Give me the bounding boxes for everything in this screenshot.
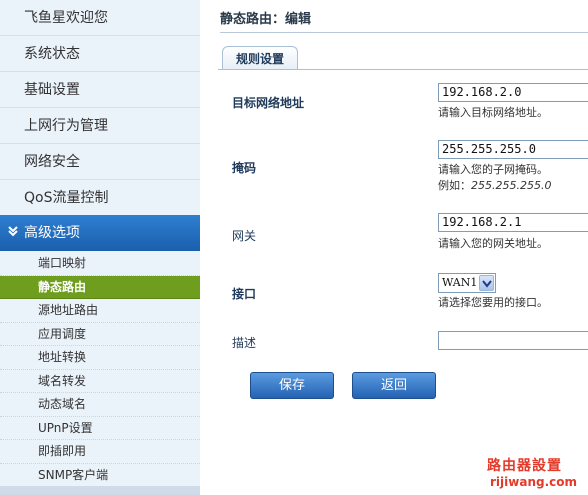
sidebar-subitem-nat[interactable]: 地址转换 xyxy=(0,346,200,370)
mask-example: 例如：255.255.255.0 xyxy=(438,177,551,193)
sidebar-item-system-status[interactable]: 系统状态 xyxy=(0,36,200,72)
dest-network-input[interactable]: 192.168.2.0 xyxy=(438,83,588,102)
sidebar-subitem-port-mapping[interactable]: 端口映射 xyxy=(0,252,200,276)
sidebar-item-basic-settings[interactable]: 基础设置 xyxy=(0,72,200,108)
mask-hint: 请输入您的子网掩码。 xyxy=(438,163,548,176)
watermark-title: 路由器設置 xyxy=(487,458,562,474)
dest-network-label: 目标网络地址 xyxy=(232,96,305,110)
description-input[interactable] xyxy=(438,331,588,350)
save-button[interactable]: 保存 xyxy=(250,372,334,399)
mask-example-prefix: 例如： xyxy=(438,179,471,192)
page-title: 静态路由：编辑 xyxy=(220,12,312,27)
sidebar: 飞鱼星欢迎您 系统状态 基础设置 上网行为管理 网络安全 QoS流量控制 高级选… xyxy=(0,0,200,495)
sidebar-subitem-static-route[interactable]: 静态路由 xyxy=(0,275,200,299)
tab-divider xyxy=(218,69,588,70)
sidebar-item-qos[interactable]: QoS流量控制 xyxy=(0,180,200,216)
interface-label: 接口 xyxy=(232,287,257,301)
sidebar-item-behavior-management[interactable]: 上网行为管理 xyxy=(0,108,200,144)
sidebar-item-welcome[interactable]: 飞鱼星欢迎您 xyxy=(0,0,200,36)
sidebar-item-advanced[interactable]: 高级选项 xyxy=(0,215,200,251)
main-panel: 静态路由：编辑 规则设置 目标网络地址 192.168.2.0 请输入目标网络地… xyxy=(200,0,588,495)
chevron-down-icon[interactable] xyxy=(479,275,494,291)
gateway-label: 网关 xyxy=(232,229,257,243)
interface-hint: 请选择您要用的接口。 xyxy=(438,296,548,309)
description-label: 描述 xyxy=(232,336,257,350)
interface-select[interactable]: WAN1 xyxy=(438,273,496,293)
gateway-hint: 请输入您的网关地址。 xyxy=(438,237,548,250)
sidebar-footer-strip xyxy=(0,486,200,495)
sidebar-subitem-upnp[interactable]: UPnP设置 xyxy=(0,417,200,440)
tab-rule-settings[interactable]: 规则设置 xyxy=(222,46,298,70)
sidebar-subitem-app-schedule[interactable]: 应用调度 xyxy=(0,323,200,346)
interface-select-value: WAN1 xyxy=(442,276,478,289)
mask-label: 掩码 xyxy=(232,161,257,175)
double-chevron-down-icon xyxy=(6,215,20,251)
title-divider xyxy=(220,32,588,33)
sidebar-subitem-source-route[interactable]: 源地址路由 xyxy=(0,299,200,323)
mask-input[interactable]: 255.255.255.0 xyxy=(438,140,588,159)
back-button[interactable]: 返回 xyxy=(352,372,436,399)
sidebar-subitem-ddns[interactable]: 动态域名 xyxy=(0,393,200,417)
sidebar-subitem-dns-forward[interactable]: 域名转发 xyxy=(0,370,200,393)
sidebar-subitem-plug-and-play[interactable]: 即插即用 xyxy=(0,440,200,464)
sidebar-subitem-snmp[interactable]: SNMP客户端 xyxy=(0,464,200,487)
gateway-input[interactable]: 192.168.2.1 xyxy=(438,213,588,232)
watermark-url: rijiwang.com xyxy=(490,475,577,489)
advanced-submenu: 端口映射 静态路由 源地址路由 应用调度 地址转换 域名转发 动态域名 UPnP… xyxy=(0,252,200,487)
sidebar-item-network-security[interactable]: 网络安全 xyxy=(0,144,200,180)
dest-network-hint: 请输入目标网络地址。 xyxy=(438,106,548,119)
sidebar-item-advanced-label: 高级选项 xyxy=(24,225,80,241)
mask-example-value: 255.255.255.0 xyxy=(471,179,552,192)
